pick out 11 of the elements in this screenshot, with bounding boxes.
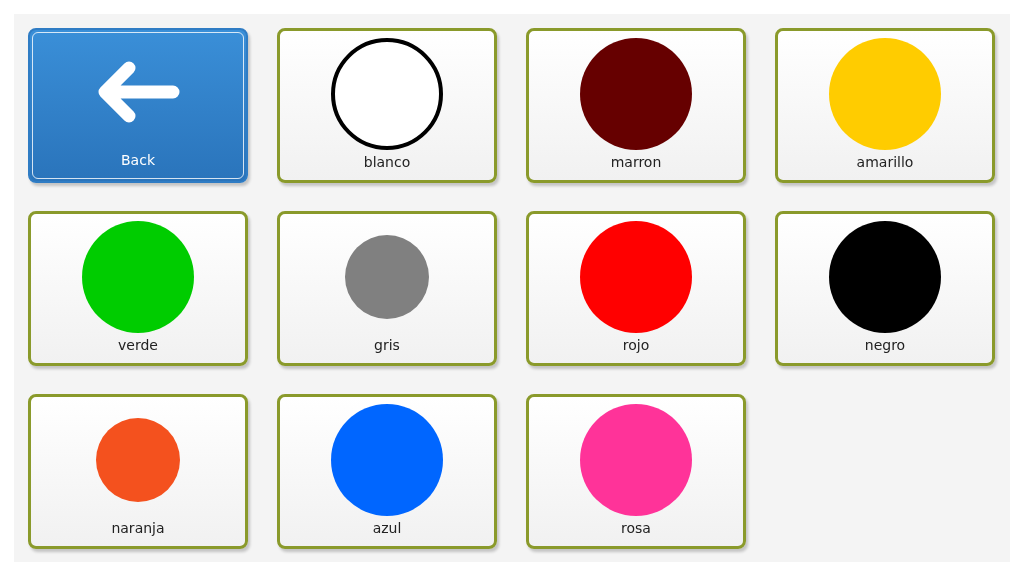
color-tile[interactable]: naranja	[28, 394, 248, 549]
color-tile[interactable]: verde	[28, 211, 248, 366]
color-tile[interactable]: negro	[775, 211, 995, 366]
color-tile[interactable]: azul	[277, 394, 497, 549]
color-tile[interactable]: marron	[526, 28, 746, 183]
color-tile[interactable]: amarillo	[775, 28, 995, 183]
color-tile[interactable]: rosa	[526, 394, 746, 549]
back-button[interactable]: Back	[28, 28, 248, 183]
color-tile[interactable]: rojo	[526, 211, 746, 366]
color-tile[interactable]: blanco	[277, 28, 497, 183]
color-tile[interactable]: gris	[277, 211, 497, 366]
